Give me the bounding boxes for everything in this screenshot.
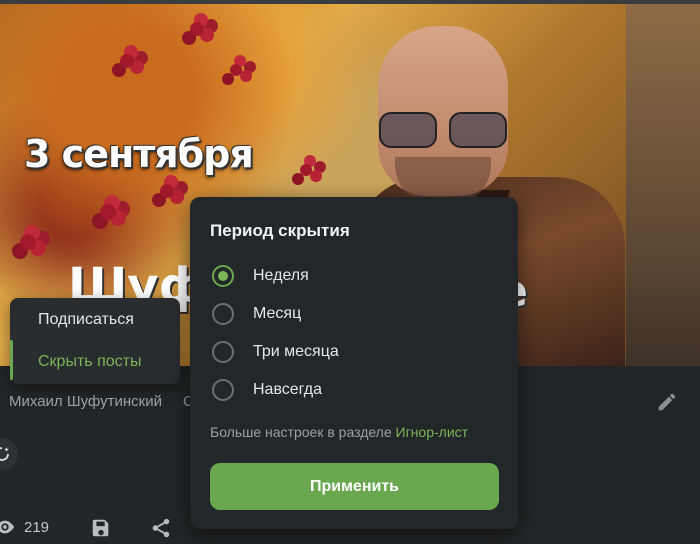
option-label: Месяц — [253, 305, 302, 322]
subscribe-menu-item[interactable]: Подписаться — [38, 311, 134, 329]
berry-decoration — [120, 54, 134, 68]
berry-decoration — [230, 64, 242, 76]
radio-unselected[interactable] — [212, 303, 234, 325]
sunglasses — [379, 112, 507, 148]
eye-icon — [0, 520, 15, 534]
option-three-months[interactable]: Три месяца — [212, 340, 492, 366]
pencil-icon[interactable] — [656, 391, 678, 413]
radio-selected[interactable] — [212, 265, 234, 287]
author-name[interactable]: Михаил Шуфутинский — [9, 393, 162, 410]
option-week[interactable]: Неделя — [212, 264, 492, 290]
option-forever[interactable]: Навсегда — [212, 378, 492, 404]
save-icon[interactable] — [90, 517, 112, 539]
radio-unselected[interactable] — [212, 341, 234, 363]
post-image-edge — [626, 4, 700, 366]
apply-button[interactable]: Применить — [210, 463, 499, 510]
ignore-list-link[interactable]: Игнор-лист — [396, 424, 469, 440]
active-item-indicator — [10, 340, 13, 380]
berry-decoration — [100, 204, 116, 220]
option-label: Навсегда — [253, 381, 323, 398]
option-label: Неделя — [253, 267, 309, 284]
post-context-menu: Подписаться Скрыть посты — [10, 298, 180, 384]
berry-decoration — [190, 22, 204, 36]
dialog-title: Период скрытия — [210, 221, 350, 240]
berry-decoration — [20, 234, 36, 250]
option-label: Три месяца — [253, 343, 339, 360]
berry-decoration — [160, 184, 174, 198]
option-month[interactable]: Месяц — [212, 302, 492, 328]
berry-decoration — [300, 164, 312, 176]
share-icon[interactable] — [150, 517, 172, 539]
hide-period-dialog: Период скрытия Неделя Месяц Три месяца Н… — [190, 197, 518, 529]
more-settings-text: Больше настроек в разделе Игнор-лист — [210, 424, 468, 440]
magic-wand-button[interactable] — [0, 438, 18, 470]
more-settings-label: Больше настроек в разделе — [210, 424, 392, 440]
radio-unselected[interactable] — [212, 379, 234, 401]
image-caption-date: 3 сентября — [24, 132, 254, 176]
views-count: 219 — [24, 519, 50, 536]
wand-icon — [0, 447, 9, 461]
hide-posts-menu-item[interactable]: Скрыть посты — [38, 353, 141, 371]
